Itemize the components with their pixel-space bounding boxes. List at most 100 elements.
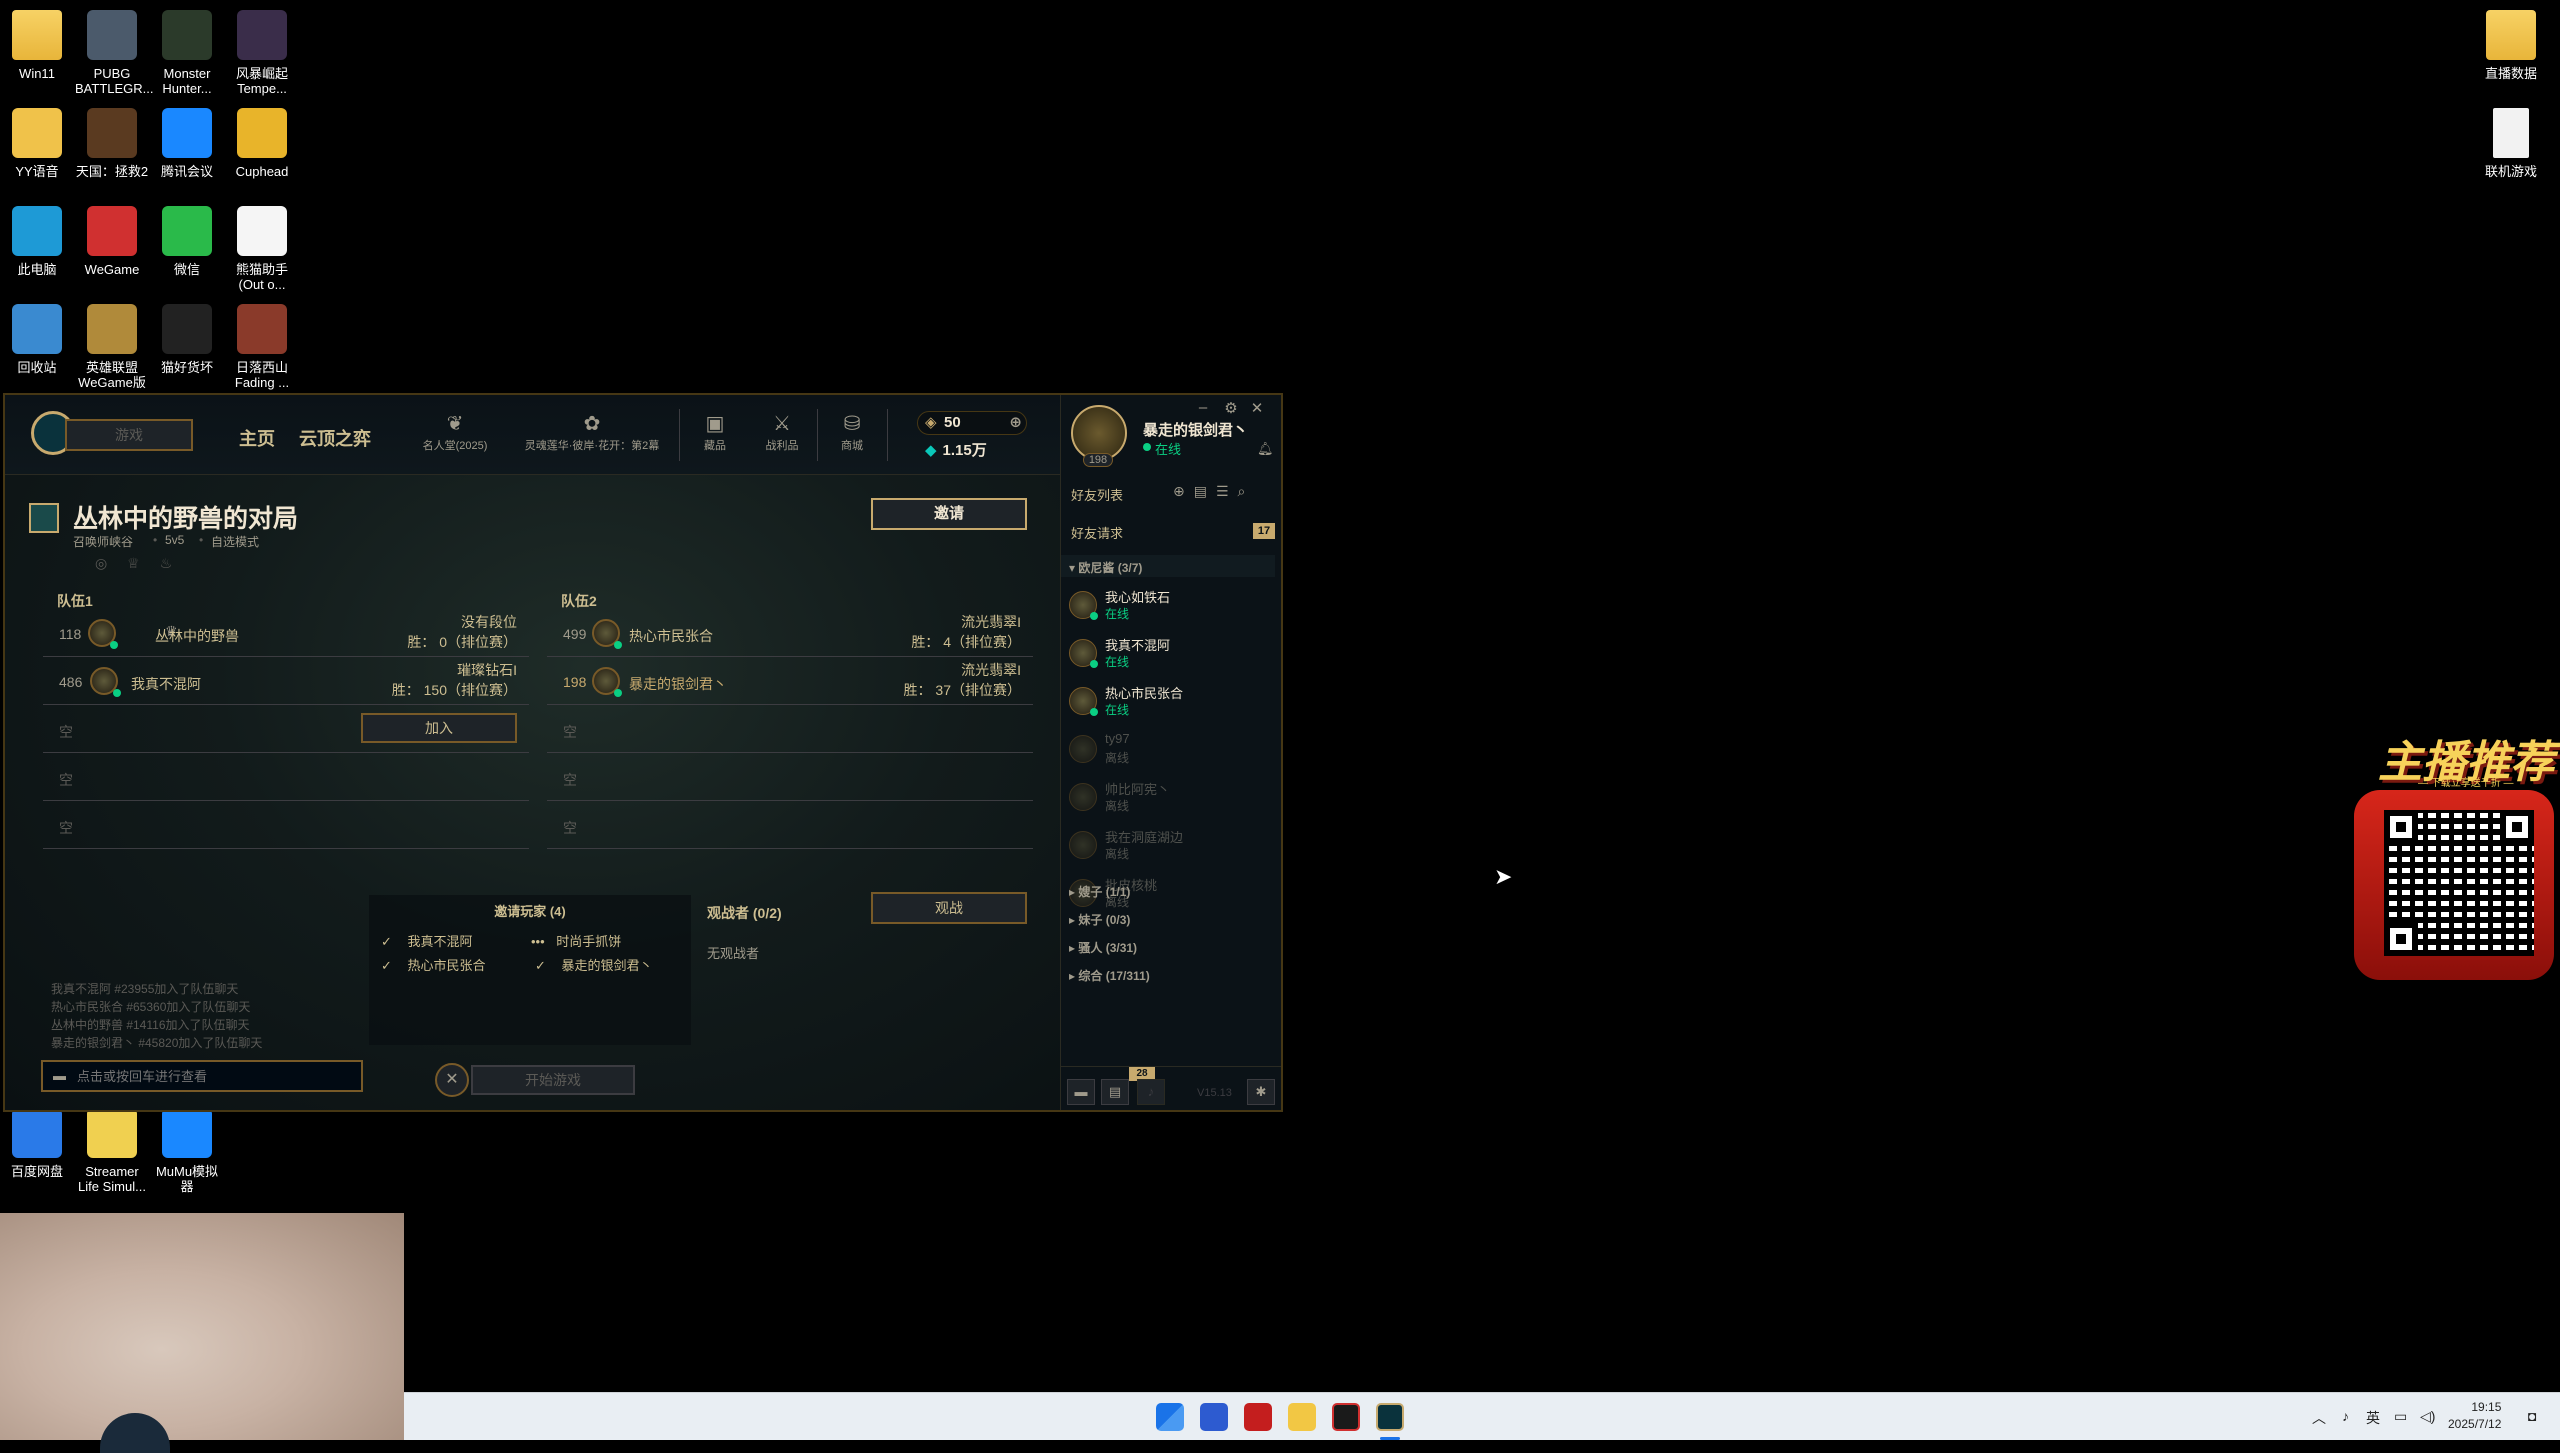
desktop-shortcut[interactable]: 直播数据 — [2474, 10, 2548, 81]
chat-input[interactable] — [77, 1066, 347, 1086]
friend-group[interactable]: ▸ 妹子 (0/3) — [1069, 911, 1130, 928]
desktop-shortcut[interactable]: 天国：拯救2 — [75, 108, 149, 179]
team1-slot[interactable]: 486 我真不混阿 璀璨钻石I 胜： 150（排位赛） — [43, 657, 529, 705]
nav-loot[interactable]: ⚔ 战利品 — [757, 411, 807, 453]
app-icon — [237, 108, 287, 158]
wegame-taskbar-icon[interactable] — [1332, 1403, 1360, 1431]
app-taskbar-icon[interactable] — [1244, 1403, 1272, 1431]
desktop-shortcut[interactable]: Monster Hunter... — [150, 10, 224, 96]
desktop-shortcut[interactable]: YY语音 — [0, 108, 74, 179]
desktop-shortcut[interactable]: 熊猫助手 (Out o... — [225, 206, 299, 292]
team1-label: 队伍1 — [57, 593, 93, 609]
notification-bell-icon[interactable]: ◘ — [2528, 1408, 2536, 1424]
player-name: 热心市民张合 — [629, 628, 713, 644]
volume-icon[interactable]: ◁) — [2420, 1408, 2435, 1425]
desktop-shortcut-label: 熊猫助手 (Out o... — [235, 262, 288, 292]
desktop-shortcut-label: 回收站 — [17, 360, 57, 375]
desktop-shortcut[interactable]: WeGame — [75, 206, 149, 277]
rp-balance[interactable]: ◈ 50 ⊕ — [917, 411, 1027, 435]
spectate-button[interactable]: 观战 — [871, 892, 1027, 924]
settings-gear-icon[interactable]: ⚙ — [1221, 399, 1241, 417]
rank-icon[interactable]: ♕ — [127, 555, 140, 571]
friend-group[interactable]: ▸ 综合 (17/311) — [1069, 967, 1150, 984]
voice-mic-icon[interactable]: ♪ — [1137, 1079, 1165, 1105]
webcam-feed — [0, 1213, 404, 1453]
yy-taskbar-icon[interactable] — [1288, 1403, 1316, 1431]
play-button[interactable]: 游戏 — [65, 419, 193, 451]
mouse-pointer-icon: ➤ — [1494, 864, 1513, 889]
friend-requests[interactable]: 好友请求 — [1071, 523, 1123, 542]
team2-slot[interactable]: 499 热心市民张合 流光翡翠I 胜： 4（排位赛） — [547, 609, 1033, 657]
team1-slot[interactable]: 118 ♛ 丛林中的野兽 没有段位 胜： 0（排位赛） — [43, 609, 529, 657]
friend-group[interactable]: ▸ 嫂子 (1/1) — [1069, 883, 1130, 900]
desktop-shortcut[interactable]: 风暴崛起 Tempe... — [225, 10, 299, 96]
windows-start-icon[interactable] — [1156, 1403, 1184, 1431]
nav-collection[interactable]: ▣ 藏品 — [693, 411, 737, 453]
chat-input-box[interactable]: ▬ — [41, 1060, 363, 1092]
network-icon[interactable]: ▭ — [2394, 1408, 2407, 1425]
nav-home[interactable]: 主页 — [239, 425, 275, 451]
app-icon — [237, 10, 287, 60]
notification-bell-icon[interactable]: 🔔︎ — [1257, 441, 1274, 457]
friend-list-item[interactable]: 帅比阿宪丶 离线 — [1069, 775, 1269, 821]
friend-group[interactable]: ▸ 骚人 (3/31) — [1069, 939, 1137, 956]
honor-icon[interactable]: ♨ — [160, 555, 173, 571]
nav-event-pass[interactable]: ✿ 灵魂莲华·彼岸·花开：第2幕 — [511, 411, 673, 453]
close-icon[interactable]: ✕ — [1247, 399, 1267, 417]
league-taskbar-icon[interactable] — [1376, 1403, 1404, 1431]
friend-list-item[interactable]: 我心如铁石 在线 — [1069, 583, 1269, 629]
nav-tft[interactable]: 云顶之弈 — [299, 425, 371, 451]
list-view-icon[interactable]: ☰ — [1216, 483, 1238, 499]
friend-list-item[interactable]: ty97 离线 — [1069, 727, 1269, 773]
missions-icon[interactable]: ▤ — [1101, 1079, 1129, 1105]
online-status-dot — [1090, 708, 1098, 716]
position-icon[interactable]: ◎ — [95, 555, 107, 571]
currency-panel[interactable]: ◈ 50 ⊕ ◆ 1.15万 — [905, 409, 1027, 465]
desktop-shortcut[interactable]: 此电脑 — [0, 206, 74, 277]
chat-icon[interactable]: ▬ — [1067, 1079, 1095, 1105]
system-clock[interactable]: 19:15 2025/7/12 — [2448, 1399, 2501, 1433]
leave-lobby-button[interactable]: ✕ — [435, 1063, 469, 1097]
input-method[interactable]: 英 — [2366, 1408, 2380, 1428]
desktop-shortcut[interactable]: Streamer Life Simul... — [75, 1108, 149, 1194]
chevron-right-icon: ▸ — [1069, 885, 1076, 899]
friend-name: 我在洞庭湖边 — [1105, 830, 1184, 845]
invite-button[interactable]: 邀请 — [871, 498, 1027, 530]
desktop-shortcut[interactable]: 微信 — [150, 206, 224, 277]
desktop-shortcut[interactable]: MuMu模拟器 — [150, 1108, 224, 1194]
team2-slot-self[interactable]: 198 暴走的银剑君丶 流光翡翠I 胜： 37（排位赛） — [547, 657, 1033, 705]
desktop-shortcut[interactable]: 百度网盘 — [0, 1108, 74, 1179]
report-bug-icon[interactable]: ✱ — [1247, 1079, 1275, 1105]
desktop-shortcut[interactable]: 日落西山 Fading ... — [225, 304, 299, 390]
friend-list-item[interactable]: 我真不混阿 在线 — [1069, 631, 1269, 677]
friend-group-open[interactable]: ▾ 欧尼酱 (3/7) — [1069, 559, 1142, 576]
invited-player: ✓ 暴走的银剑君丶 — [535, 958, 653, 973]
minimize-icon[interactable]: – — [1193, 399, 1213, 416]
streamer-recommend-promo[interactable]: 主播推荐 — 下载立享送千折 — — [2348, 718, 2560, 986]
desktop-shortcut[interactable]: 联机游戏 — [2474, 108, 2548, 179]
summoner-status[interactable]: 在线 — [1155, 439, 1181, 458]
desktop-shortcut[interactable]: 回收站 — [0, 304, 74, 375]
desktop-shortcut[interactable]: 猫好货坏 — [150, 304, 224, 375]
search-icon[interactable]: ⌕ — [1238, 483, 1255, 499]
friend-list-item[interactable]: 我在洞庭湖边 离线 — [1069, 823, 1269, 869]
desktop-shortcut[interactable]: 英雄联盟 WeGame版 — [75, 304, 149, 390]
add-friend-icon[interactable]: ⊕ — [1173, 483, 1194, 499]
desktop-shortcut[interactable]: Cuphead — [225, 108, 299, 179]
add-rp-icon[interactable]: ⊕ — [1009, 412, 1022, 434]
tray-overflow-chevron-icon[interactable]: ︿ — [2312, 1408, 2326, 1428]
friend-list-item[interactable]: 热心市民张合 在线 — [1069, 679, 1269, 725]
desktop-shortcut[interactable]: Win11 — [0, 10, 74, 81]
nav-store[interactable]: ⛁ 商城 — [829, 411, 875, 453]
join-team1-button[interactable]: 加入 — [361, 713, 517, 743]
nav-hall-of-fame[interactable]: ❦ 名人堂(2025) — [413, 411, 497, 453]
vscode-taskbar-icon[interactable] — [1200, 1403, 1228, 1431]
add-folder-icon[interactable]: ▤ — [1194, 483, 1216, 499]
microphone-icon[interactable]: ♪ — [2342, 1408, 2349, 1424]
desktop-shortcut[interactable]: PUBG BATTLEGR... — [75, 10, 154, 96]
start-game-button[interactable]: 开始游戏 — [471, 1065, 635, 1095]
desktop-shortcut[interactable]: 腾讯会议 — [150, 108, 224, 179]
summoner-name: 暴走的银剑君丶 — [1143, 422, 1249, 439]
desktop-shortcut-label: 英雄联盟 WeGame版 — [78, 360, 146, 390]
profile-panel[interactable]: 198 暴走的银剑君丶 在线 – ⚙ ✕ 🔔︎ — [1060, 395, 1281, 475]
